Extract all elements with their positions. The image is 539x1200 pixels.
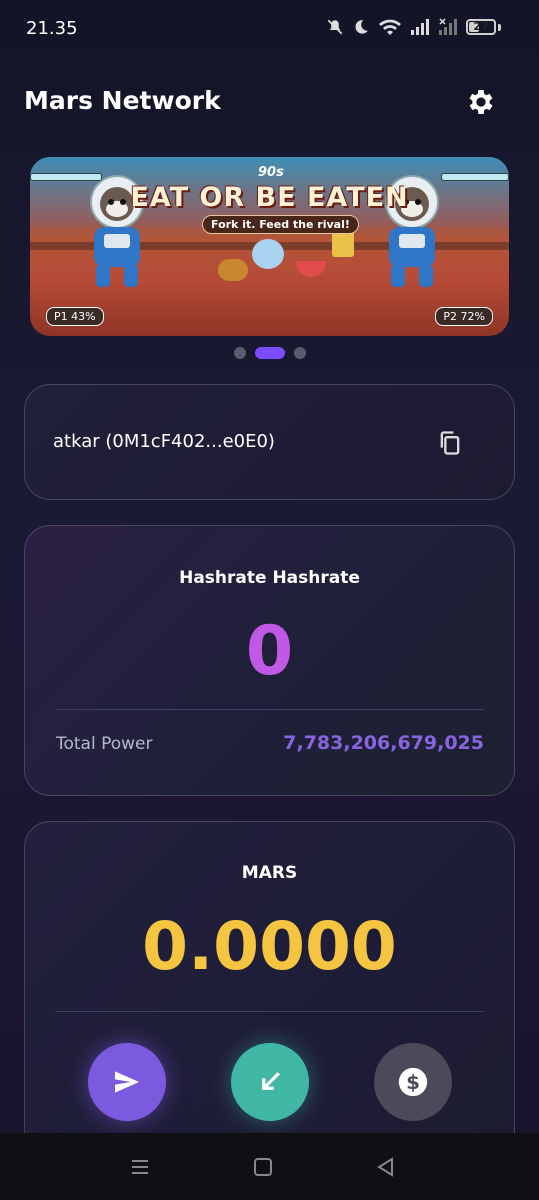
mars-balance-value: 0.0000 [142,908,397,985]
banner-badge: 90s [258,165,284,180]
battery-level: 27 [473,20,489,33]
copy-address-button[interactable] [436,429,464,457]
banner-title: EAT OR BE EATEN [130,182,409,213]
status-time: 21.35 [26,18,78,39]
total-power-value: 7,783,206,679,025 [283,732,484,754]
system-nav-bar [0,1133,539,1200]
back-triangle-icon [377,1157,393,1177]
wallet-card: atkar (0M1cF402...e0E0) [24,384,515,500]
dollar-icon: $ [398,1067,428,1097]
banner-subtitle: Fork it. Feed the rival! [202,215,359,234]
hashrate-label: Hashrate Hashrate [179,568,360,588]
carousel-dot[interactable] [293,347,306,359]
buy-button[interactable]: $ [374,1043,452,1121]
settings-button[interactable] [465,86,497,118]
send-button[interactable] [88,1043,166,1121]
carousel-indicator [0,347,539,359]
back-button[interactable] [374,1155,398,1179]
wifi-icon [378,18,402,36]
p2-health-bar [441,173,509,181]
divider [55,1011,484,1012]
moon-icon [352,18,370,36]
app-title: Mars Network [24,86,221,115]
square-icon [254,1158,272,1176]
mars-label: MARS [241,863,298,883]
svg-text:$: $ [406,1071,420,1094]
hashrate-value: 0 [245,612,294,691]
signal-x-icon [438,18,458,36]
signal-icon [410,18,430,36]
carousel-dot-active[interactable] [254,347,285,359]
p1-score-tag: P1 43% [46,307,104,326]
receive-button[interactable] [231,1043,309,1121]
home-button[interactable] [251,1155,275,1179]
cupcake-image [252,239,284,269]
mute-icon [326,18,344,36]
status-bar: 21.35 27 [0,0,539,60]
copy-icon [440,431,460,455]
menu-icon [132,1160,148,1174]
send-icon [115,1071,139,1093]
mars-balance-card: MARS 0.0000 $ [24,821,515,1161]
recent-apps-button[interactable] [128,1155,152,1179]
promo-banner[interactable]: 90s EAT OR BE EATEN Fork it. Feed the ri… [30,157,509,336]
battery-icon: 27 [466,19,496,35]
total-power-label: Total Power [56,734,153,754]
divider [55,709,484,710]
carousel-dot[interactable] [233,347,246,359]
p2-score-tag: P2 72% [435,307,493,326]
wallet-address: atkar (0M1cF402...e0E0) [53,431,275,452]
status-icons: 27 [326,18,501,36]
gear-icon [469,90,493,114]
hashrate-card: Hashrate Hashrate 0 Total Power 7,783,20… [24,525,515,796]
receive-icon [262,1072,280,1090]
burger-image [218,259,248,281]
watermelon-image [296,261,326,277]
